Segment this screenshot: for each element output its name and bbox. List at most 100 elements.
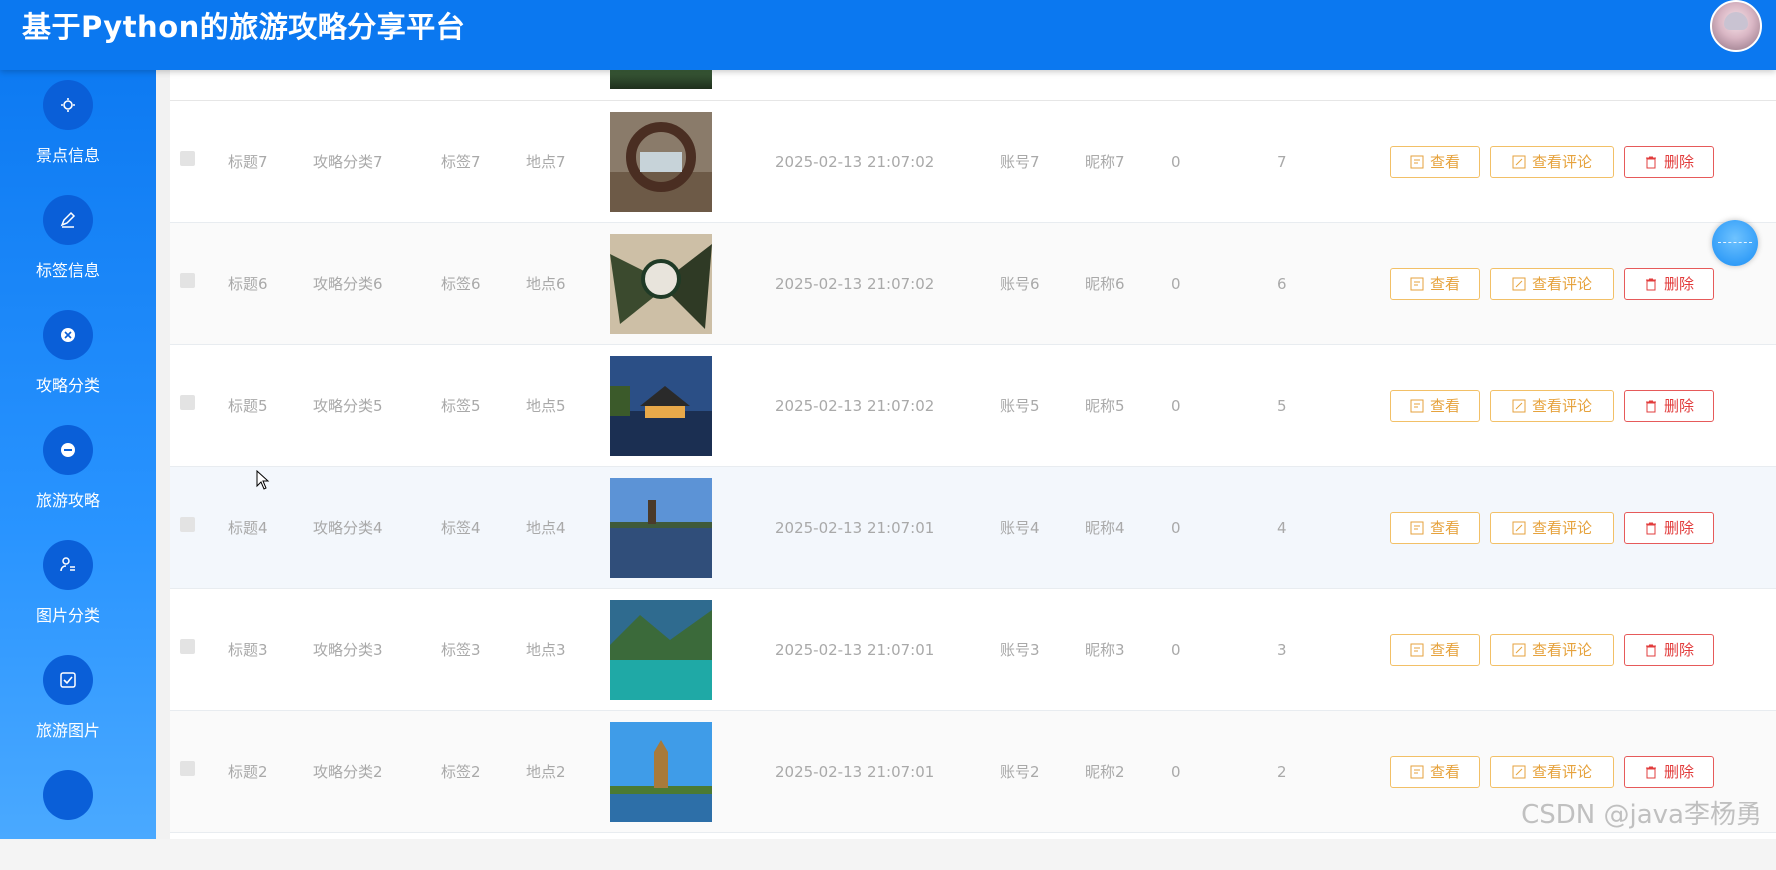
cell-count-b: 6: [1277, 275, 1287, 293]
cell-count-a: 0: [1171, 153, 1181, 171]
view-button[interactable]: 查看: [1390, 268, 1480, 300]
cell-account: 账号7: [1000, 153, 1040, 171]
more-icon: [43, 770, 93, 820]
delete-button[interactable]: 删除: [1624, 146, 1714, 178]
trash-icon: [1644, 759, 1658, 779]
table-row[interactable]: 标题5 攻略分类5 标签5 地点5 2025-02-13 21:07:02 账号…: [170, 345, 1776, 467]
cell-count-a: 0: [1171, 397, 1181, 415]
edit-icon: [1512, 149, 1526, 169]
row-checkbox[interactable]: [180, 639, 195, 654]
document-icon: [1410, 393, 1424, 413]
row-thumbnail[interactable]: [610, 112, 712, 212]
cell-time: 2025-02-13 21:07:01: [775, 641, 935, 659]
view-comments-button[interactable]: 查看评论: [1490, 512, 1614, 544]
view-button[interactable]: 查看: [1390, 390, 1480, 422]
floating-action-button[interactable]: [1712, 220, 1758, 266]
edit-icon: [1512, 515, 1526, 535]
view-comments-button[interactable]: 查看评论: [1490, 268, 1614, 300]
cell-title: 标题6: [228, 275, 268, 293]
sidebar-item-more[interactable]: [0, 760, 156, 870]
sidebar-item-guide-category[interactable]: 攻略分类: [0, 300, 156, 410]
trash-icon: [1644, 515, 1658, 535]
sidebar: 景点信息 标签信息 攻略分类 旅游攻略 图片分类 旅游图片: [0, 70, 156, 839]
cell-location: 地点2: [526, 763, 566, 781]
sidebar-item-travel-images[interactable]: 旅游图片: [0, 645, 156, 755]
document-icon: [1410, 515, 1424, 535]
view-comments-button[interactable]: 查看评论: [1490, 146, 1614, 178]
top-header: 基于Python的旅游攻略分享平台: [0, 0, 1776, 70]
document-icon: [1410, 149, 1424, 169]
document-icon: [1410, 271, 1424, 291]
edit-icon: [1512, 637, 1526, 657]
edit-icon: [43, 195, 93, 245]
view-button[interactable]: 查看: [1390, 146, 1480, 178]
data-table: 标题7 攻略分类7 标签7 地点7 2025-02-13 21:07:02 账号…: [170, 70, 1776, 839]
cell-nickname: 昵称4: [1085, 519, 1125, 537]
delete-button[interactable]: 删除: [1624, 634, 1714, 666]
cell-time: 2025-02-13 21:07:01: [775, 763, 935, 781]
cell-title: 标题7: [228, 153, 268, 171]
view-button[interactable]: 查看: [1390, 756, 1480, 788]
table-row[interactable]: 标题3 攻略分类3 标签3 地点3 2025-02-13 21:07:01 账号…: [170, 589, 1776, 711]
cell-location: 地点5: [526, 397, 566, 415]
table-row[interactable]: 标题7 攻略分类7 标签7 地点7 2025-02-13 21:07:02 账号…: [170, 101, 1776, 223]
row-thumbnail[interactable]: [610, 356, 712, 456]
cell-count-a: 0: [1171, 763, 1181, 781]
cell-location: 地点4: [526, 519, 566, 537]
cell-location: 地点3: [526, 641, 566, 659]
row-checkbox[interactable]: [180, 151, 195, 166]
cell-count-b: 3: [1277, 641, 1287, 659]
cell-tag: 标签6: [441, 275, 481, 293]
cell-nickname: 昵称7: [1085, 153, 1125, 171]
cell-nickname: 昵称2: [1085, 763, 1125, 781]
user-avatar[interactable]: [1710, 0, 1762, 52]
document-icon: [1410, 759, 1424, 779]
main-content: 标题7 攻略分类7 标签7 地点7 2025-02-13 21:07:02 账号…: [156, 70, 1776, 839]
cell-tag: 标签7: [441, 153, 481, 171]
cell-tag: 标签3: [441, 641, 481, 659]
cell-count-a: 0: [1171, 519, 1181, 537]
view-comments-button[interactable]: 查看评论: [1490, 634, 1614, 666]
view-comments-button[interactable]: 查看评论: [1490, 756, 1614, 788]
cell-account: 账号4: [1000, 519, 1040, 537]
view-comments-button[interactable]: 查看评论: [1490, 390, 1614, 422]
row-checkbox[interactable]: [180, 761, 195, 776]
row-thumbnail[interactable]: [610, 722, 712, 822]
row-checkbox[interactable]: [180, 273, 195, 288]
sidebar-item-travel-guide[interactable]: 旅游攻略: [0, 415, 156, 525]
cell-count-b: 7: [1277, 153, 1287, 171]
mouse-cursor-icon: [256, 469, 270, 494]
cell-count-a: 0: [1171, 641, 1181, 659]
cell-location: 地点7: [526, 153, 566, 171]
cell-category: 攻略分类3: [313, 641, 383, 659]
table-row[interactable]: 标题6 攻略分类6 标签6 地点6 2025-02-13 21:07:02 账号…: [170, 223, 1776, 345]
row-thumbnail[interactable]: [610, 478, 712, 578]
table-row[interactable]: 标题4 攻略分类4 标签4 地点4 2025-02-13 21:07:01 账号…: [170, 467, 1776, 589]
cell-location: 地点6: [526, 275, 566, 293]
edit-icon: [1512, 393, 1526, 413]
row-thumbnail[interactable]: [610, 600, 712, 700]
edit-icon: [1512, 759, 1526, 779]
previous-row-partial: [170, 70, 1776, 101]
sidebar-item-tag-info[interactable]: 标签信息: [0, 185, 156, 295]
cell-account: 账号6: [1000, 275, 1040, 293]
cell-count-a: 0: [1171, 275, 1181, 293]
cell-count-b: 2: [1277, 763, 1287, 781]
sidebar-item-scenic-info[interactable]: 景点信息: [0, 70, 156, 180]
row-checkbox[interactable]: [180, 517, 195, 532]
cell-title: 标题5: [228, 397, 268, 415]
cell-time: 2025-02-13 21:07:01: [775, 519, 935, 537]
delete-button[interactable]: 删除: [1624, 390, 1714, 422]
delete-button[interactable]: 删除: [1624, 512, 1714, 544]
delete-button[interactable]: 删除: [1624, 756, 1714, 788]
row-thumbnail[interactable]: [610, 234, 712, 334]
row-checkbox[interactable]: [180, 395, 195, 410]
cell-time: 2025-02-13 21:07:02: [775, 275, 935, 293]
view-button[interactable]: 查看: [1390, 512, 1480, 544]
watermark: CSDN @java李杨勇: [1521, 800, 1762, 830]
delete-button[interactable]: 删除: [1624, 268, 1714, 300]
view-button[interactable]: 查看: [1390, 634, 1480, 666]
sidebar-item-image-category[interactable]: 图片分类: [0, 530, 156, 640]
checkbox-icon: [43, 655, 93, 705]
user-list-icon: [43, 540, 93, 590]
